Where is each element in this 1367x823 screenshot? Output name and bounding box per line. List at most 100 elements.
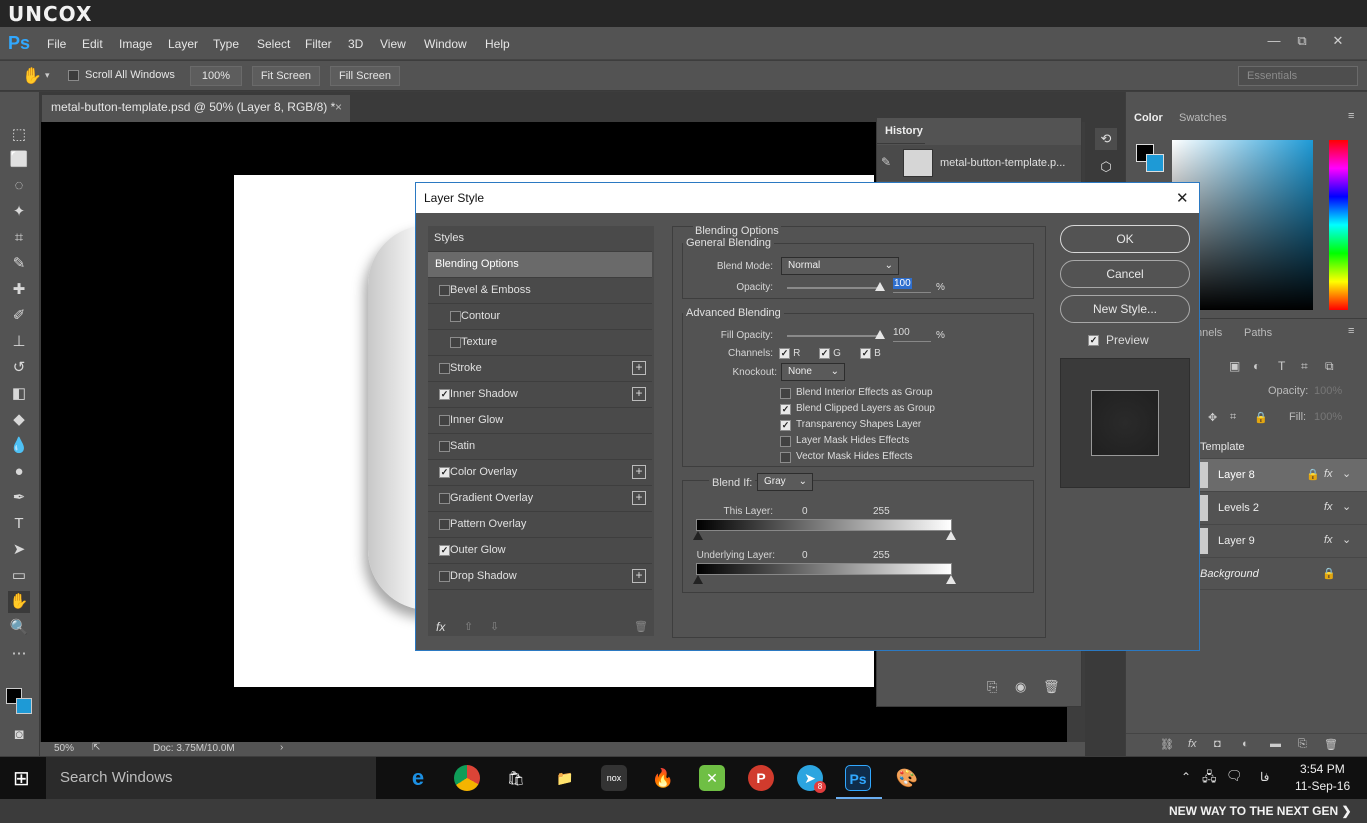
style-item-inner-shadow[interactable]: ✓ Inner Shadow +: [428, 382, 652, 408]
healing-brush-tool-icon[interactable]: ✚: [8, 279, 30, 301]
style-checkbox[interactable]: ✓: [439, 545, 450, 556]
android-studio-icon[interactable]: ✕: [699, 765, 725, 791]
style-item-stroke[interactable]: Stroke +: [428, 356, 652, 382]
this-layer-gradient[interactable]: [696, 519, 952, 531]
opacity-input[interactable]: 100: [893, 278, 931, 293]
crop-tool-icon[interactable]: ⌗: [8, 227, 30, 249]
filter-shape-icon[interactable]: ⌗: [1301, 359, 1308, 374]
ok-button[interactable]: OK: [1060, 225, 1190, 253]
flame-app-icon[interactable]: 🔥: [650, 765, 676, 791]
blur-tool-icon[interactable]: 💧: [8, 435, 30, 457]
style-checkbox[interactable]: [439, 493, 450, 504]
blend-mode-select[interactable]: Normal ⌄: [781, 257, 899, 275]
clock-time[interactable]: 3:54 PM: [1300, 762, 1345, 776]
tab-paths[interactable]: Paths: [1244, 327, 1272, 339]
move-down-icon[interactable]: ⇩: [490, 620, 499, 633]
history-panel-icon[interactable]: ⟲: [1095, 128, 1117, 150]
history-tab[interactable]: History: [877, 118, 925, 144]
style-item-contour[interactable]: Contour: [428, 304, 652, 330]
properties-panel-icon[interactable]: ⬡: [1095, 156, 1117, 178]
background-color-swatch[interactable]: [1146, 154, 1164, 172]
filter-smart-object-icon[interactable]: ⧉: [1325, 359, 1334, 374]
hand-tool-icon[interactable]: ✋: [8, 591, 30, 613]
menu-help[interactable]: Help: [485, 37, 510, 51]
style-item-drop-shadow[interactable]: Drop Shadow +: [428, 564, 652, 590]
lasso-tool-icon[interactable]: ◌: [8, 175, 30, 197]
move-up-icon[interactable]: ⇧: [464, 620, 473, 633]
fill-slider-handle[interactable]: [875, 330, 885, 339]
layer-group-template[interactable]: Template: [1200, 441, 1245, 453]
fit-screen-button[interactable]: Fit Screen: [252, 66, 320, 86]
filter-image-icon[interactable]: ▣: [1229, 359, 1240, 373]
action-center-icon[interactable]: 🗨: [1226, 768, 1243, 784]
camera-icon[interactable]: ◉: [1015, 679, 1026, 695]
knockout-select[interactable]: None ⌄: [781, 363, 845, 381]
underlying-black-handle[interactable]: [693, 575, 703, 584]
tab-color[interactable]: Color: [1134, 112, 1163, 124]
trash-icon[interactable]: 🗑: [1043, 679, 1060, 695]
style-checkbox[interactable]: [439, 415, 450, 426]
style-item-pattern-overlay[interactable]: Pattern Overlay: [428, 512, 652, 538]
chevron-down-icon[interactable]: ⌄: [1342, 533, 1351, 546]
link-layers-icon[interactable]: ⛓: [1160, 738, 1174, 751]
option-blend-clipped-layers-as-group[interactable]: ✓ Blend Clipped Layers as Group: [780, 403, 980, 417]
style-checkbox[interactable]: ✓: [439, 389, 450, 400]
cancel-button[interactable]: Cancel: [1060, 260, 1190, 288]
language-indicator[interactable]: فا: [1260, 770, 1269, 784]
chevron-down-icon[interactable]: ▾: [45, 70, 50, 81]
menu-select[interactable]: Select: [257, 37, 290, 51]
hand-tool-icon[interactable]: ✋: [22, 66, 42, 86]
preview-checkbox[interactable]: ✓: [1088, 333, 1099, 346]
background-color-swatch[interactable]: [16, 698, 32, 714]
style-item-color-overlay[interactable]: ✓ Color Overlay +: [428, 460, 652, 486]
tab-swatches[interactable]: Swatches: [1179, 112, 1227, 124]
menu-view[interactable]: View: [380, 37, 406, 51]
blending-options-item[interactable]: Blending Options: [428, 252, 652, 278]
add-effect-plus-icon[interactable]: +: [632, 387, 646, 401]
export-icon[interactable]: ⇱: [92, 742, 100, 753]
workspace-select[interactable]: Essentials: [1238, 66, 1358, 86]
style-item-bevel-emboss[interactable]: Bevel & Emboss: [428, 278, 652, 304]
more-tools-icon[interactable]: ⋯: [8, 643, 30, 665]
history-brush-tool-icon[interactable]: ↺: [8, 357, 30, 379]
file-explorer-icon[interactable]: 📁: [552, 765, 578, 791]
option-vector-mask-hides-effects[interactable]: Vector Mask Hides Effects: [780, 451, 980, 465]
style-item-gradient-overlay[interactable]: Gradient Overlay +: [428, 486, 652, 512]
dialog-close-icon[interactable]: ✕: [1176, 189, 1189, 207]
stamp-tool-icon[interactable]: ⊥: [8, 331, 30, 353]
fx-icon[interactable]: fx: [1324, 468, 1333, 480]
fx-icon[interactable]: fx: [1324, 534, 1333, 546]
menu-file[interactable]: File: [47, 37, 66, 51]
channel-g-checkbox[interactable]: ✓ G: [819, 347, 841, 359]
fx-icon[interactable]: fx: [1324, 501, 1333, 513]
new-layer-icon[interactable]: ⎘: [1298, 738, 1307, 751]
close-tab-icon[interactable]: ×: [335, 95, 342, 120]
path-selection-tool-icon[interactable]: ➤: [8, 539, 30, 561]
menu-type[interactable]: Type: [213, 37, 239, 51]
this-layer-black-handle[interactable]: [693, 531, 703, 540]
magic-wand-tool-icon[interactable]: ✦: [8, 201, 30, 223]
panel-menu-icon[interactable]: ≡: [1348, 110, 1354, 122]
edge-icon[interactable]: e: [405, 765, 431, 791]
add-effect-plus-icon[interactable]: +: [632, 465, 646, 479]
fill-slider-track[interactable]: [787, 335, 883, 337]
style-checkbox[interactable]: [439, 285, 450, 296]
add-fx-icon[interactable]: fx: [1188, 738, 1197, 750]
underlying-gradient[interactable]: [696, 563, 952, 575]
filter-adjustment-icon[interactable]: ◐: [1253, 359, 1260, 373]
folder-icon[interactable]: ▬: [1270, 738, 1281, 750]
quick-mask-icon[interactable]: ◙: [8, 724, 30, 746]
fx-menu-icon[interactable]: fx: [436, 620, 445, 634]
channel-b-checkbox[interactable]: ✓ B: [860, 347, 881, 359]
option-checkbox[interactable]: ✓: [780, 420, 791, 431]
add-effect-plus-icon[interactable]: +: [632, 569, 646, 583]
opacity-value[interactable]: 100%: [1314, 385, 1342, 397]
dialog-titlebar[interactable]: Layer Style ✕: [416, 183, 1199, 213]
status-arrow-icon[interactable]: ›: [280, 742, 283, 753]
delete-effect-icon[interactable]: 🗑: [634, 620, 648, 633]
fill-screen-button[interactable]: Fill Screen: [330, 66, 400, 86]
marquee-tool-icon[interactable]: ⬜: [8, 149, 30, 171]
style-checkbox[interactable]: [439, 441, 450, 452]
artboard-tool-icon[interactable]: ⬚: [8, 124, 30, 146]
lock-artboard-icon[interactable]: ⌗: [1230, 411, 1236, 424]
